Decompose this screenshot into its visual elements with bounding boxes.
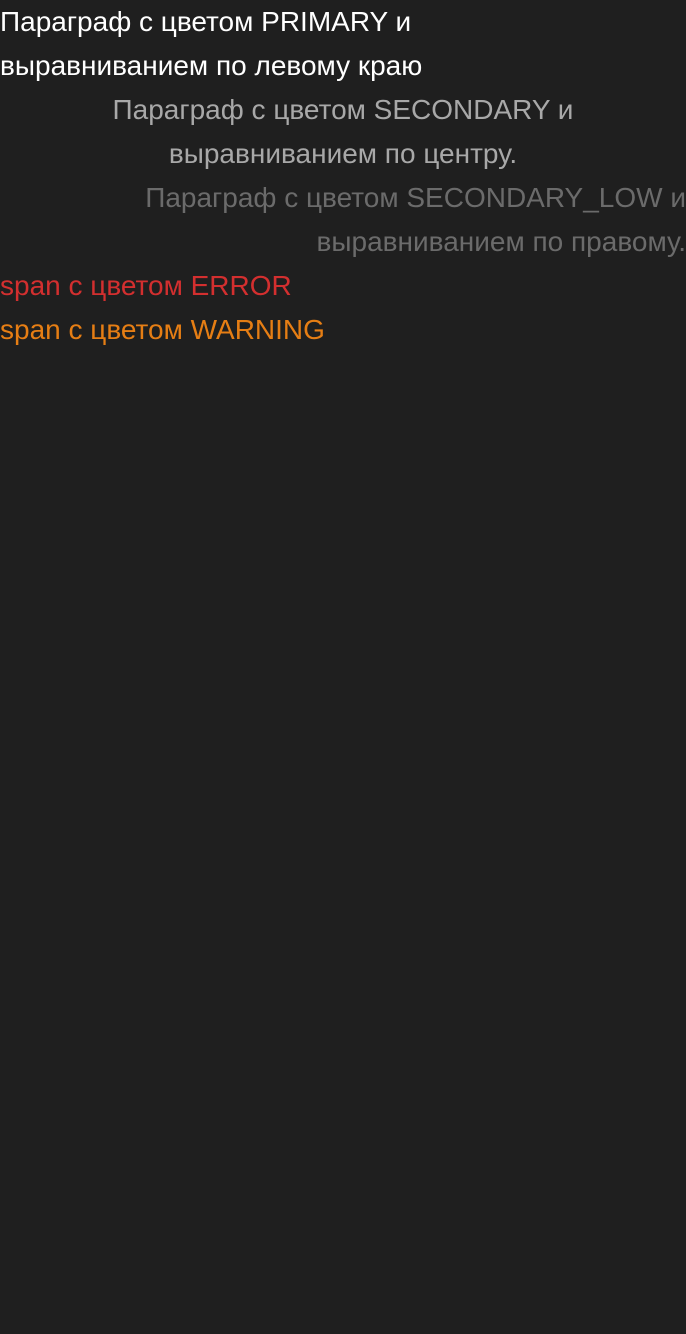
primary-paragraph: Параграф с цветом PRIMARY и выравнивание… <box>0 6 423 81</box>
text-sample-screen: Параграф с цветом PRIMARY и выравнивание… <box>0 0 686 1334</box>
warning-span: span с цветом WARNING <box>0 314 325 345</box>
error-span: span с цветом ERROR <box>0 270 292 301</box>
secondary-paragraph: Параграф с цветом SECONDARY и выравниван… <box>112 94 574 169</box>
secondary-low-paragraph: Параграф с цветом SECONDARY_LOW и выравн… <box>145 182 686 257</box>
